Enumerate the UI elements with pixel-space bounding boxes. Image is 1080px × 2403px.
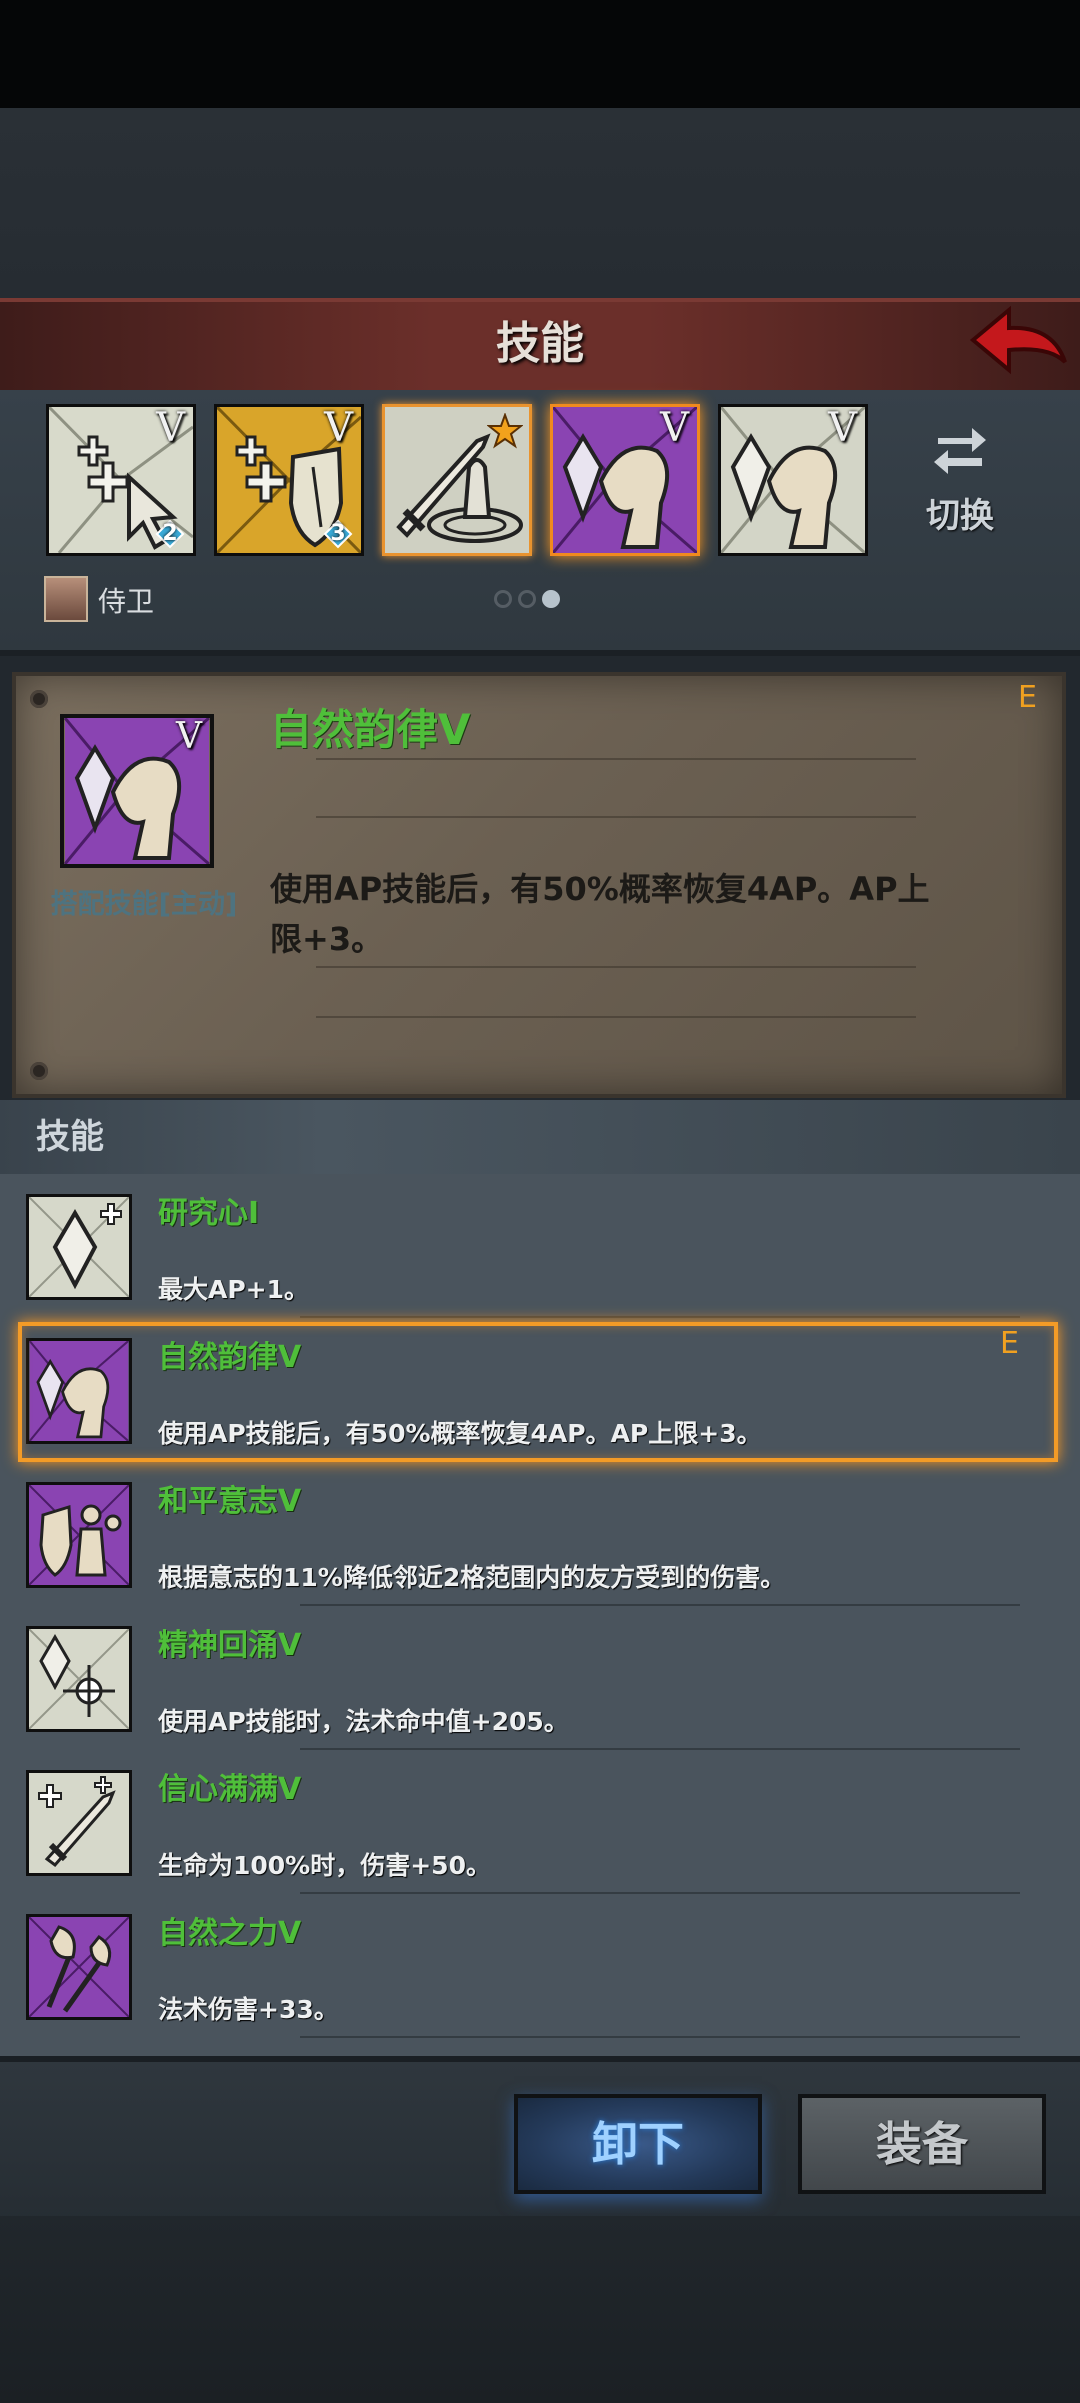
crystal-target-icon [26, 1626, 132, 1732]
heal-sword-icon [26, 1770, 132, 1876]
grade-badge: E [1018, 680, 1037, 715]
status-bar [0, 0, 1080, 108]
list-item-selected[interactable]: 自然韵律V 使用AP技能后，有50%概率恢复4AP。AP上限+3。 [0, 1318, 1080, 1462]
skill-description: 生命为100%时，伤害+50。 [158, 1851, 491, 1880]
swap-arrows-icon [934, 428, 986, 474]
unequip-button[interactable]: 卸下 [514, 2094, 762, 2194]
background-bottom [0, 2216, 1080, 2403]
equipped-slot-3[interactable] [382, 404, 532, 556]
switch-button[interactable]: 切换 [905, 420, 1015, 550]
detail-skill-icon: V [60, 714, 214, 868]
skill-description: 使用AP技能后，有50%概率恢复4AP。AP上限+3。 [158, 1419, 762, 1448]
equipped-slot-2[interactable]: V 3 [214, 404, 364, 556]
level-mark: V [324, 405, 353, 451]
divider [300, 2036, 1020, 2038]
list-item[interactable]: 研究心I 最大AP+1。 [0, 1174, 1080, 1318]
avatar [44, 576, 88, 622]
page-dot[interactable] [518, 590, 536, 608]
list-item[interactable]: 信心满满V 生命为100%时，伤害+50。 [0, 1750, 1080, 1894]
skill-name: 研究心I [158, 1196, 260, 1231]
detail-skill-name: 自然韵律V [270, 705, 471, 754]
skill-name: 和平意志V [158, 1484, 302, 1519]
switch-label: 切换 [926, 496, 994, 536]
equipped-slot-1[interactable]: V 2 [46, 404, 196, 556]
skill-description: 法术伤害+33。 [158, 1995, 339, 2024]
red-back-arrow-icon [969, 305, 1067, 375]
page-dot[interactable] [494, 590, 512, 608]
skill-description: 使用AP技能时，法术命中值+205。 [158, 1707, 569, 1736]
equip-button[interactable]: 装备 [798, 2094, 1046, 2194]
list-item[interactable]: 精神回涌V 使用AP技能时，法术命中值+205。 [0, 1606, 1080, 1750]
skill-type-label: 搭配技能[主动] [50, 889, 238, 920]
divider [316, 758, 916, 760]
rivet [30, 690, 48, 708]
page-title: 技能 [496, 318, 584, 369]
equipped-slot-5[interactable]: V [718, 404, 868, 556]
back-button[interactable] [965, 300, 1075, 386]
level-mark: V [176, 716, 202, 757]
level-mark: V [156, 405, 185, 451]
protect-allies-icon [26, 1482, 132, 1588]
equipped-slot-4[interactable]: V [550, 404, 700, 556]
crystal-plus-icon [26, 1194, 132, 1300]
gem-icon: 2 [155, 519, 185, 549]
level-mark: V [660, 405, 689, 451]
divider [316, 1016, 916, 1018]
nature-staff-icon [26, 1914, 132, 2020]
skills-list[interactable]: 研究心I 最大AP+1。 自然韵律V 使用AP技能后，有50%概率恢复4AP。A… [0, 1174, 1080, 2056]
skill-name: 自然之力V [158, 1916, 302, 1951]
crystal-arm-icon [26, 1338, 132, 1444]
skill-name: 精神回涌V [158, 1628, 302, 1663]
grade-badge: E [1000, 1326, 1019, 1361]
divider [316, 966, 916, 968]
page-dot-active[interactable] [542, 590, 560, 608]
page-indicator [494, 590, 566, 612]
gem-count: 3 [330, 521, 346, 546]
background-top [0, 108, 1080, 298]
section-title: 技能 [36, 1117, 104, 1157]
level-mark: V [828, 405, 857, 451]
detail-skill-description: 使用AP技能后，有50%概率恢复4AP。AP上限+3。 [270, 870, 930, 958]
skill-description: 根据意志的11%降低邻近2格范围内的友方受到的伤害。 [158, 1563, 786, 1592]
owner-name: 侍卫 [98, 585, 155, 618]
star-icon [487, 413, 523, 449]
title-bar: 技能 [0, 298, 1080, 393]
rivet [30, 1062, 48, 1080]
skill-description: 最大AP+1。 [158, 1275, 310, 1304]
gem-count: 2 [162, 521, 178, 546]
skill-name: 信心满满V [158, 1772, 302, 1807]
skills-section-header: 技能 [0, 1100, 1080, 1174]
skill-name: 自然韵律V [158, 1340, 302, 1375]
divider [316, 816, 916, 818]
gem-icon: 3 [323, 519, 353, 549]
list-item[interactable]: 和平意志V 根据意志的11%降低邻近2格范围内的友方受到的伤害。 [0, 1462, 1080, 1606]
list-item[interactable]: 自然之力V 法术伤害+33。 [0, 1894, 1080, 2038]
